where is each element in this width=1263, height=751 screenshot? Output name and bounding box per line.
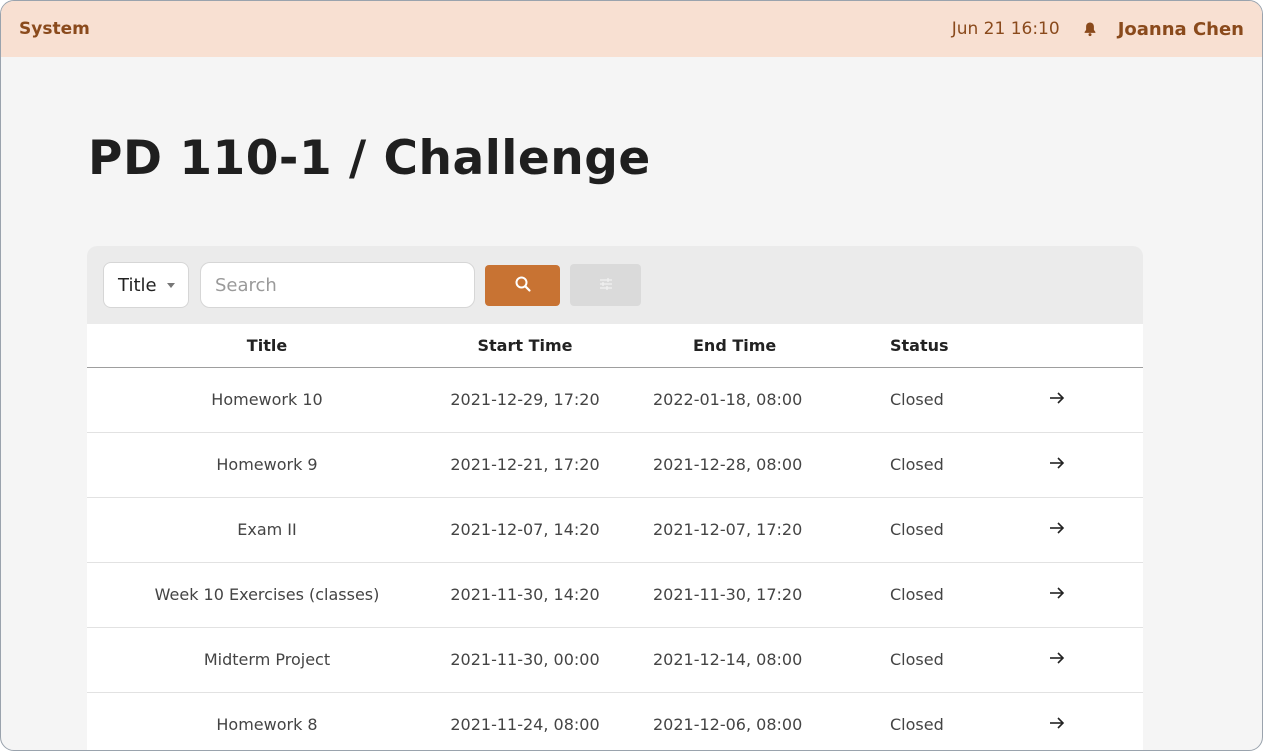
row-action[interactable] [1049, 627, 1143, 693]
row-start-time: 2021-12-29, 17:20 [447, 367, 603, 433]
row-end-time: 2021-12-06, 08:00 [603, 692, 860, 750]
row-status: Closed [860, 497, 1049, 563]
chevron-down-icon [166, 282, 175, 288]
table-header-row: Title Start Time End Time Status [87, 324, 1143, 368]
column-header-title[interactable]: Title [87, 324, 447, 368]
bell-icon[interactable] [1082, 21, 1098, 37]
page-title: PD 110-1 / Challenge [88, 131, 651, 186]
arrow-right-icon[interactable] [1049, 651, 1065, 665]
top-bar: System Jun 21 16:10 Joanna Chen [1, 1, 1262, 57]
row-end-time: 2021-12-14, 08:00 [603, 627, 860, 693]
row-action[interactable] [1049, 497, 1143, 563]
row-start-time: 2021-12-07, 14:20 [447, 497, 603, 563]
search-icon [514, 275, 532, 296]
row-status: Closed [860, 692, 1049, 750]
row-action[interactable] [1049, 432, 1143, 498]
row-status: Closed [860, 627, 1049, 693]
row-end-time: 2022-01-18, 08:00 [603, 367, 860, 433]
search-toolbar: Title [87, 246, 1143, 324]
search-input[interactable] [200, 262, 475, 308]
arrow-right-icon[interactable] [1049, 586, 1065, 600]
search-button[interactable] [485, 265, 560, 306]
search-field-select-value: Title [118, 274, 157, 296]
column-header-status[interactable]: Status [860, 324, 1049, 368]
table-row[interactable]: Week 10 Exercises (classes) 2021-11-30, … [87, 562, 1143, 628]
arrow-right-icon[interactable] [1049, 521, 1065, 535]
column-header-end-time[interactable]: End Time [603, 324, 860, 368]
row-status: Closed [860, 562, 1049, 628]
arrow-right-icon[interactable] [1049, 716, 1065, 730]
row-start-time: 2021-11-30, 00:00 [447, 627, 603, 693]
column-header-start-time[interactable]: Start Time [447, 324, 603, 368]
row-end-time: 2021-11-30, 17:20 [603, 562, 860, 628]
challenge-list-card: Title Search Title Start Time End Time S… [87, 246, 1143, 750]
row-title: Homework 10 [87, 367, 447, 433]
row-action[interactable] [1049, 562, 1143, 628]
row-end-time: 2021-12-28, 08:00 [603, 432, 860, 498]
row-end-time: 2021-12-07, 17:20 [603, 497, 860, 563]
row-title: Week 10 Exercises (classes) [87, 562, 447, 628]
brand-label[interactable]: System [19, 19, 90, 39]
row-title: Homework 9 [87, 432, 447, 498]
app-window: System Jun 21 16:10 Joanna Chen PD 110-1… [0, 0, 1263, 751]
row-action[interactable] [1049, 692, 1143, 750]
table-row[interactable]: Homework 9 2021-12-21, 17:20 2021-12-28,… [87, 432, 1143, 498]
row-title: Homework 8 [87, 692, 447, 750]
row-action[interactable] [1049, 367, 1143, 433]
user-name[interactable]: Joanna Chen [1118, 19, 1244, 40]
challenge-table: Title Start Time End Time Status Homewor… [87, 324, 1143, 750]
arrow-right-icon[interactable] [1049, 456, 1065, 470]
datetime-label: Jun 21 16:10 [951, 19, 1060, 39]
row-status: Closed [860, 432, 1049, 498]
row-title: Exam II [87, 497, 447, 563]
table-row[interactable]: Homework 8 2021-11-24, 08:00 2021-12-06,… [87, 692, 1143, 750]
row-start-time: 2021-11-30, 14:20 [447, 562, 603, 628]
row-start-time: 2021-11-24, 08:00 [447, 692, 603, 750]
table-row[interactable]: Exam II 2021-12-07, 14:20 2021-12-07, 17… [87, 497, 1143, 563]
filter-button[interactable] [570, 264, 641, 306]
search-field-select[interactable]: Title [103, 262, 189, 308]
arrow-right-icon[interactable] [1049, 391, 1065, 405]
row-start-time: 2021-12-21, 17:20 [447, 432, 603, 498]
row-title: Midterm Project [87, 627, 447, 693]
row-status: Closed [860, 367, 1049, 433]
column-header-action [1049, 324, 1143, 368]
sliders-icon [599, 277, 613, 294]
table-row[interactable]: Midterm Project 2021-11-30, 00:00 2021-1… [87, 627, 1143, 693]
table-row[interactable]: Homework 10 2021-12-29, 17:20 2022-01-18… [87, 367, 1143, 433]
